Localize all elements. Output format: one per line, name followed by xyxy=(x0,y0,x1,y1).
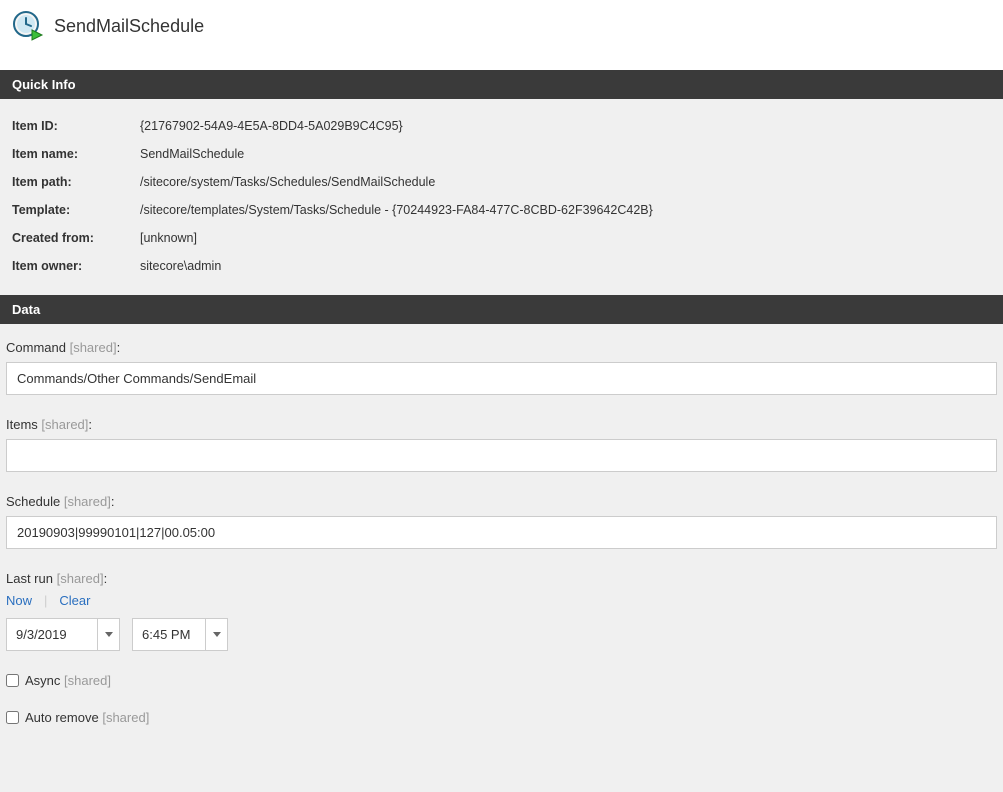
qi-value[interactable]: SendMailSchedule xyxy=(140,147,244,161)
field-async: Async [shared] xyxy=(6,673,997,688)
field-label-lastrun: Last run [shared]: xyxy=(6,571,997,586)
field-command: Command [shared]: xyxy=(6,340,997,395)
time-input[interactable] xyxy=(133,619,205,650)
command-input[interactable] xyxy=(6,362,997,395)
field-label-items: Items [shared]: xyxy=(6,417,997,432)
autoremove-checkbox[interactable] xyxy=(6,711,19,724)
async-checkbox[interactable] xyxy=(6,674,19,687)
page-header: SendMailSchedule xyxy=(0,0,1003,70)
label-text: Items xyxy=(6,417,38,432)
quickinfo-panel: Item ID: {21767902-54A9-4E5A-8DD4-5A029B… xyxy=(0,99,1003,295)
async-label: Async [shared] xyxy=(25,673,111,688)
items-input[interactable] xyxy=(6,439,997,472)
date-input[interactable] xyxy=(7,619,97,650)
shared-tag: [shared] xyxy=(64,673,111,688)
clock-play-icon xyxy=(12,10,44,42)
field-lastrun: Last run [shared]: Now | Clear xyxy=(6,571,997,651)
shared-tag: [shared] xyxy=(41,417,88,432)
qi-value[interactable]: [unknown] xyxy=(140,231,197,245)
label-text: Async xyxy=(25,673,60,688)
field-schedule: Schedule [shared]: xyxy=(6,494,997,549)
qi-value[interactable]: {21767902-54A9-4E5A-8DD4-5A029B9C4C95} xyxy=(140,119,403,133)
schedule-input[interactable] xyxy=(6,516,997,549)
qi-label: Created from: xyxy=(12,231,140,245)
qi-row-created-from: Created from: [unknown] xyxy=(12,231,991,245)
label-text: Command xyxy=(6,340,66,355)
shared-tag: [shared] xyxy=(102,710,149,725)
section-data-header[interactable]: Data xyxy=(0,295,1003,324)
page-title: SendMailSchedule xyxy=(54,16,204,37)
clear-link[interactable]: Clear xyxy=(59,593,90,608)
qi-label: Item ID: xyxy=(12,119,140,133)
date-picker[interactable] xyxy=(6,618,120,651)
separator: | xyxy=(44,593,47,608)
qi-row-item-owner: Item owner: sitecore\admin xyxy=(12,259,991,273)
time-dropdown-button[interactable] xyxy=(205,619,227,650)
autoremove-label: Auto remove [shared] xyxy=(25,710,149,725)
time-picker[interactable] xyxy=(132,618,228,651)
qi-row-item-id: Item ID: {21767902-54A9-4E5A-8DD4-5A029B… xyxy=(12,119,991,133)
qi-value[interactable]: /sitecore/system/Tasks/Schedules/SendMai… xyxy=(140,175,435,189)
chevron-down-icon xyxy=(105,632,113,637)
label-text: Auto remove xyxy=(25,710,99,725)
field-label-command: Command [shared]: xyxy=(6,340,997,355)
shared-tag: [shared] xyxy=(57,571,104,586)
date-dropdown-button[interactable] xyxy=(97,619,119,650)
lastrun-pickers xyxy=(6,618,997,651)
chevron-down-icon xyxy=(213,632,221,637)
field-items: Items [shared]: xyxy=(6,417,997,472)
label-text: Last run xyxy=(6,571,53,586)
section-quickinfo-header[interactable]: Quick Info xyxy=(0,70,1003,99)
label-text: Schedule xyxy=(6,494,60,509)
qi-label: Item name: xyxy=(12,147,140,161)
qi-label: Template: xyxy=(12,203,140,217)
data-panel: Command [shared]: Items [shared]: Schedu… xyxy=(0,324,1003,735)
qi-row-item-path: Item path: /sitecore/system/Tasks/Schedu… xyxy=(12,175,991,189)
shared-tag: [shared] xyxy=(64,494,111,509)
qi-value[interactable]: /sitecore/templates/System/Tasks/Schedul… xyxy=(140,203,653,217)
field-label-schedule: Schedule [shared]: xyxy=(6,494,997,509)
qi-label: Item owner: xyxy=(12,259,140,273)
qi-row-template: Template: /sitecore/templates/System/Tas… xyxy=(12,203,991,217)
qi-row-item-name: Item name: SendMailSchedule xyxy=(12,147,991,161)
shared-tag: [shared] xyxy=(70,340,117,355)
now-link[interactable]: Now xyxy=(6,593,32,608)
lastrun-actions: Now | Clear xyxy=(6,593,997,608)
qi-value[interactable]: sitecore\admin xyxy=(140,259,221,273)
field-autoremove: Auto remove [shared] xyxy=(6,710,997,725)
qi-label: Item path: xyxy=(12,175,140,189)
